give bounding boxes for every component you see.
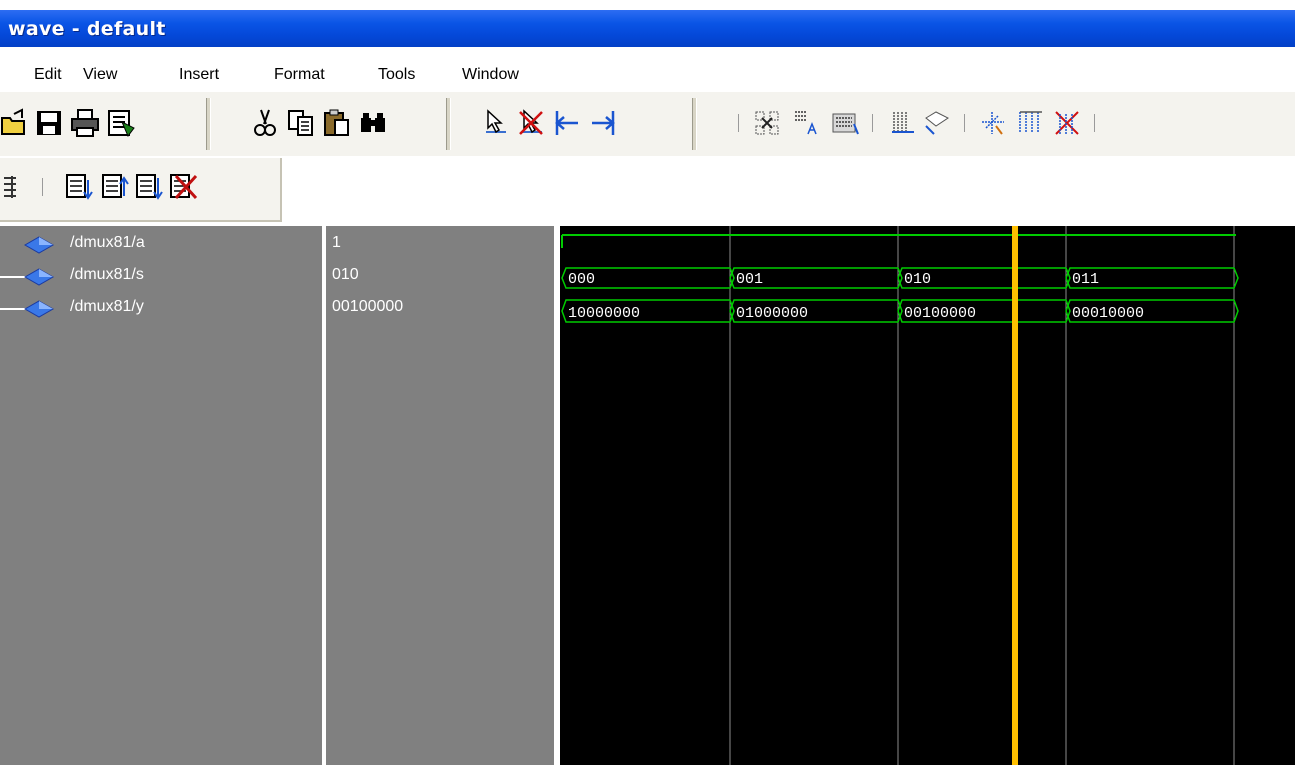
signal-row-a[interactable]: /dmux81/a [0, 232, 322, 256]
signal-value: 1 [332, 234, 341, 251]
signal-name: /dmux81/a [70, 234, 145, 251]
window-title: wave - default [8, 18, 166, 40]
signal-name: /dmux81/y [70, 298, 144, 315]
wave-s-label: 001 [736, 271, 763, 288]
window-titlebar[interactable]: wave - default [0, 10, 1295, 47]
menu-tools[interactable]: Tools [378, 66, 415, 84]
toolbar-separator [692, 98, 697, 150]
toolbar-separator [964, 114, 965, 132]
find-previous-edge-icon[interactable] [978, 108, 1008, 138]
toolbar-separator [1094, 114, 1095, 132]
wave-y-label: 00100000 [904, 305, 976, 322]
stop-icon[interactable] [1052, 108, 1082, 138]
break-icon[interactable] [168, 172, 198, 202]
menu-window[interactable]: Window [462, 66, 519, 84]
toolbar-main [0, 92, 1295, 156]
zoom-in-icon[interactable] [752, 108, 782, 138]
expand-tree-icon[interactable] [0, 308, 26, 310]
zoom-mode-icon[interactable] [516, 108, 546, 138]
save-icon[interactable] [34, 108, 64, 138]
signal-value: 010 [332, 266, 359, 283]
cursor-right-icon[interactable] [588, 108, 618, 138]
toolbar-separator [42, 178, 43, 196]
waveform-canvas[interactable]: 000 001 010 011 10000000 01000000 00100000 0001… [560, 226, 1295, 765]
continue-icon[interactable] [134, 172, 164, 202]
signal-row-y[interactable]: /dmux81/y [0, 296, 322, 320]
compile-icon[interactable] [106, 108, 136, 138]
menu-view[interactable]: View [83, 66, 117, 84]
waveform-pane[interactable]: 000 001 010 011 10000000 01000000 00100000 0001… [560, 226, 1295, 765]
open-icon[interactable] [0, 108, 30, 138]
paste-icon[interactable] [322, 108, 352, 138]
wave-y-label: 00010000 [1072, 305, 1144, 322]
toolbar-separator [738, 114, 739, 132]
menu-bar: Edit View Insert Format Tools Window [0, 60, 1295, 90]
print-icon[interactable] [70, 108, 100, 138]
time-cursor [1012, 226, 1018, 765]
wave-s-label: 011 [1072, 271, 1099, 288]
menu-insert[interactable]: Insert [179, 66, 219, 84]
wave-s-label: 010 [904, 271, 931, 288]
find-next-edge-icon[interactable] [1016, 108, 1046, 138]
select-pointer-icon[interactable] [480, 108, 510, 138]
cut-icon[interactable] [250, 108, 280, 138]
step-icon[interactable] [64, 172, 94, 202]
signal-name: /dmux81/s [70, 266, 144, 283]
menu-edit[interactable]: Edit [34, 66, 62, 84]
toolbar-separator [206, 98, 211, 150]
toolbar-debug [0, 158, 282, 222]
expand-icon[interactable] [0, 172, 30, 202]
zoom-out-icon[interactable] [792, 108, 822, 138]
toolbar-separator [872, 114, 873, 132]
signal-diamond-icon [24, 300, 54, 318]
find-icon[interactable] [358, 108, 388, 138]
copy-icon[interactable] [286, 108, 316, 138]
wave-s-label: 000 [568, 271, 595, 288]
expand-tree-icon[interactable] [0, 276, 26, 278]
signal-value-pane[interactable]: 1 010 00100000 [326, 226, 554, 765]
menu-format[interactable]: Format [274, 66, 325, 84]
step-over-icon[interactable] [100, 172, 130, 202]
signal-diamond-icon [24, 236, 54, 254]
signal-row-s[interactable]: /dmux81/s [0, 264, 322, 288]
toolbar-separator [446, 98, 451, 150]
insert-cursor-icon[interactable] [888, 108, 918, 138]
signal-value: 00100000 [332, 298, 404, 315]
signal-diamond-icon [24, 268, 54, 286]
wave-y-label: 01000000 [736, 305, 808, 322]
signal-name-pane[interactable]: /dmux81/a /dmux81/s /dmux81/y [0, 226, 322, 765]
delete-cursor-icon[interactable] [922, 108, 952, 138]
zoom-full-icon[interactable] [830, 108, 860, 138]
cursor-left-icon[interactable] [552, 108, 582, 138]
wave-y-label: 10000000 [568, 305, 640, 322]
